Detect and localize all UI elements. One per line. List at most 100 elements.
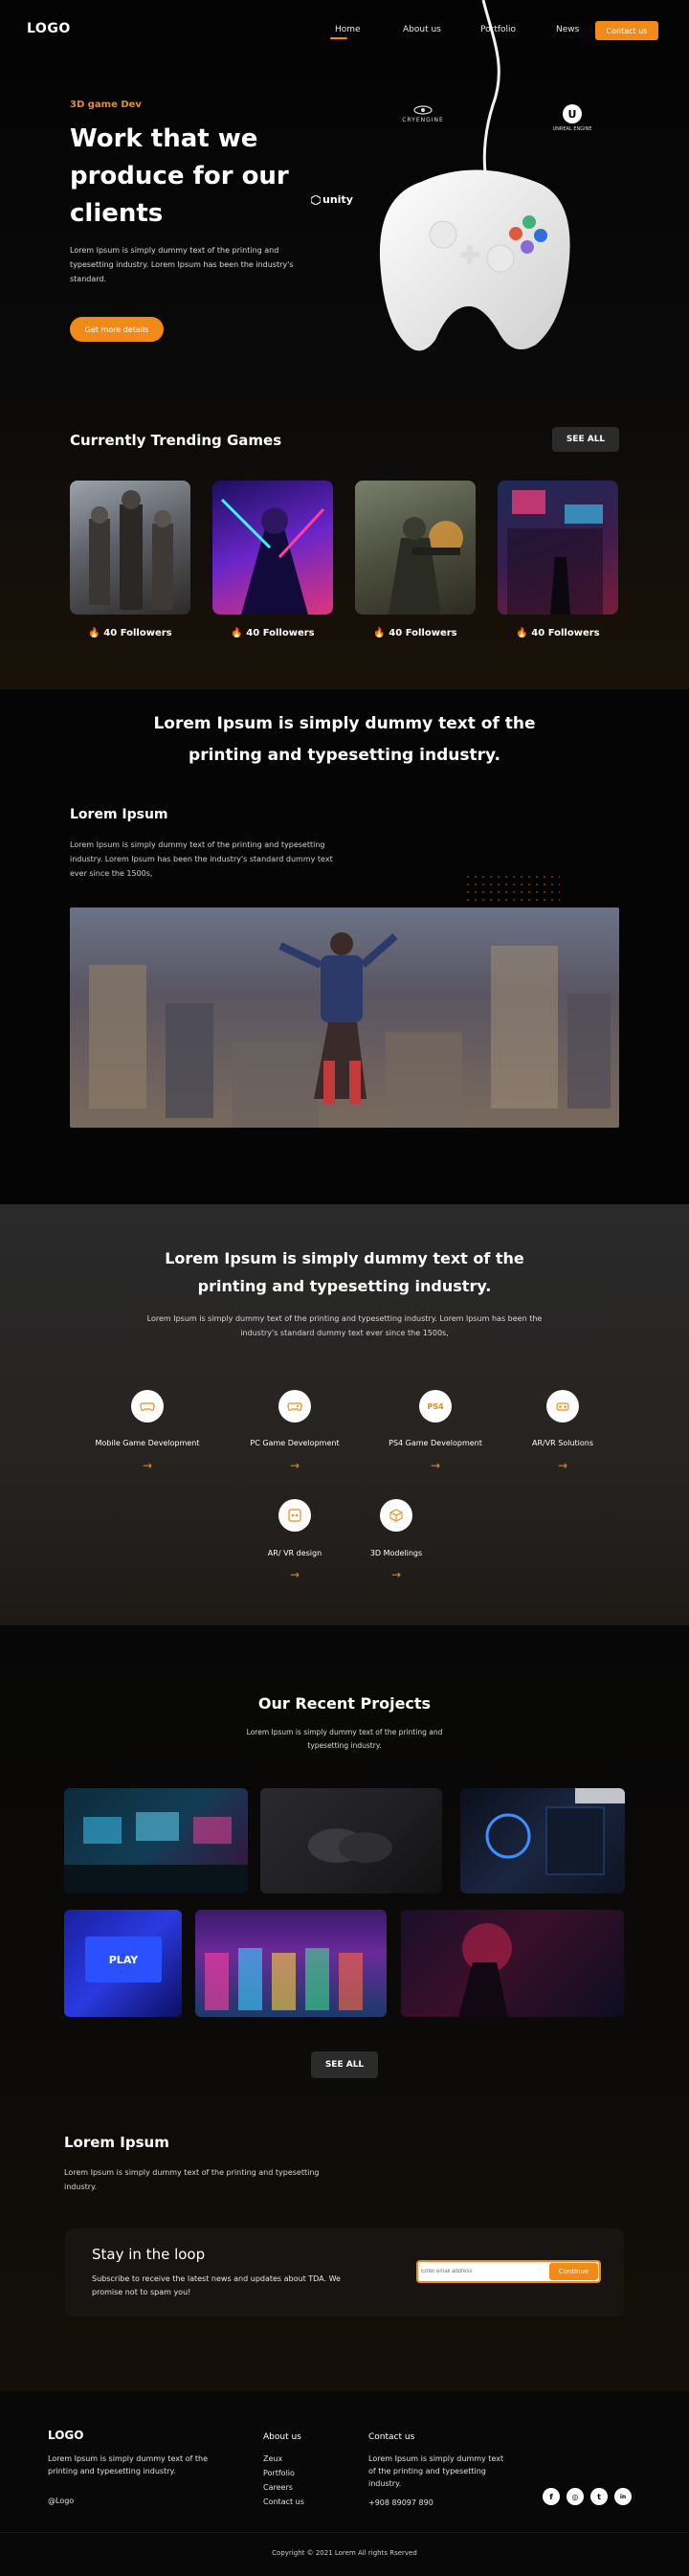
footer-text: Lorem Ipsum is simply dummy text of the …: [48, 2454, 209, 2475]
service-icon-mobile: [131, 1390, 164, 1422]
project-image-2[interactable]: [260, 1788, 442, 1893]
fire-icon: 🔥: [231, 628, 243, 638]
nav-about[interactable]: About us: [403, 25, 441, 34]
unreal-label: UNREAL ENGINE: [552, 126, 592, 132]
footer-contact-heading: Contact us: [368, 2432, 415, 2442]
pc-hardware-art: [485, 1788, 625, 1875]
about-text: Lorem Ipsum is simply dummy text of the …: [64, 2168, 320, 2191]
fire-icon: 🔥: [516, 628, 528, 638]
unreal-icon: U: [563, 104, 582, 123]
instagram-icon[interactable]: ◎: [567, 2488, 584, 2505]
service-label-3d[interactable]: 3D Modelings: [324, 1549, 468, 1557]
vr-headset-icon: [556, 1402, 569, 1411]
footer-link-contact[interactable]: Contact us: [263, 2498, 304, 2506]
arcade-art: [205, 1948, 363, 2010]
arrow-right-icon[interactable]: →: [280, 1459, 309, 1472]
arrow-right-icon[interactable]: →: [280, 1568, 309, 1581]
hero-title: Work that we produce for our clients: [70, 124, 289, 228]
followers-4: 🔥 40 Followers: [516, 628, 600, 638]
service-label-pc[interactable]: PC Game Development: [223, 1439, 367, 1447]
game-card-1[interactable]: [70, 481, 190, 615]
facebook-icon[interactable]: f: [543, 2488, 560, 2505]
contact-button[interactable]: Contact us: [595, 21, 658, 40]
arrow-right-icon[interactable]: →: [133, 1459, 162, 1472]
arrow-right-icon[interactable]: →: [421, 1459, 450, 1472]
nav-news[interactable]: News: [556, 25, 579, 34]
gamepad-illustration: [379, 169, 570, 351]
arrow-right-icon[interactable]: →: [548, 1459, 577, 1472]
svg-text:U: U: [568, 108, 577, 121]
cryengine-label: CRYENGINE: [402, 117, 444, 123]
service-label-mobile[interactable]: Mobile Game Development: [76, 1439, 219, 1447]
controller-cord: [481, 0, 500, 172]
nav-active-indicator: [330, 37, 347, 39]
fire-icon: 🔥: [373, 628, 386, 638]
cryengine-logo: CRYENGINE: [394, 105, 452, 123]
footer-logo[interactable]: LOGO: [48, 2429, 83, 2442]
game-art-soldier: [389, 517, 463, 615]
statement-heading: Lorem Ipsum is simply dummy text of the …: [153, 714, 536, 765]
trending-see-all-button[interactable]: SEE ALL: [552, 427, 619, 452]
services-title: Lorem Ipsum is simply dummy text of the …: [165, 1249, 524, 1295]
trending-title: Currently Trending Games: [70, 432, 282, 449]
gaming-room-art: [64, 1812, 248, 1893]
project-image-4[interactable]: PLAY: [64, 1910, 182, 2017]
projects-title: Our Recent Projects: [257, 1694, 432, 1713]
game-art-knights: [89, 490, 173, 610]
unity-logo: unity: [311, 193, 353, 206]
footer-link-portfolio[interactable]: Portfolio: [263, 2469, 295, 2477]
gamepad-icon: [287, 1402, 302, 1411]
unreal-logo: U UNREAL ENGINE: [548, 103, 596, 132]
footer-handle[interactable]: @Logo: [48, 2495, 74, 2507]
project-image-5[interactable]: [195, 1910, 387, 2017]
continue-button[interactable]: Continue: [549, 2263, 598, 2280]
play-sign: PLAY: [85, 1937, 162, 1982]
projects-see-all-button[interactable]: SEE ALL: [311, 2051, 378, 2078]
get-details-button[interactable]: Get more details: [70, 317, 164, 342]
footer-link-careers[interactable]: Careers: [263, 2483, 293, 2492]
service-icon-arvr-design: [278, 1499, 311, 1532]
service-icon-3d: [380, 1499, 412, 1532]
red-room-art: [458, 1923, 512, 2017]
footer-contact-text: Lorem Ipsum is simply dummy text of the …: [368, 2454, 504, 2488]
service-label-ps4[interactable]: PS4 Game Development: [364, 1439, 507, 1447]
cryengine-icon: [413, 105, 433, 115]
footer-link-zeux[interactable]: Zeux: [263, 2454, 282, 2463]
game-card-2[interactable]: [212, 481, 333, 615]
cube-3d-icon: [389, 1509, 403, 1522]
logo[interactable]: LOGO: [27, 21, 71, 36]
twitter-icon[interactable]: t: [590, 2488, 608, 2505]
service-label-arvr[interactable]: AR/VR Solutions: [491, 1439, 634, 1447]
project-image-1[interactable]: [64, 1788, 248, 1893]
newsletter-title: Stay in the loop: [92, 2246, 206, 2263]
nav-home[interactable]: Home: [335, 25, 361, 34]
newsletter-text: Subscribe to receive the latest news and…: [92, 2274, 341, 2296]
game-art-cyber-street: [507, 490, 603, 615]
gamepad-icon: [140, 1402, 155, 1411]
dot-pattern: [464, 873, 560, 904]
hero-kicker: 3D game Dev: [70, 100, 142, 110]
vr-design-icon: [288, 1509, 301, 1522]
city-fall-art: [89, 932, 611, 1128]
project-image-3[interactable]: [460, 1788, 625, 1893]
footer-phone[interactable]: +908 89097 890: [368, 2497, 433, 2509]
hero-text: Lorem Ipsum is simply dummy text of the …: [70, 246, 294, 283]
linkedin-icon[interactable]: in: [614, 2488, 632, 2505]
footer-about-heading: About us: [263, 2432, 301, 2442]
ps4-icon: PS4: [427, 1401, 444, 1411]
email-input[interactable]: [421, 2263, 545, 2280]
feature-text: Lorem Ipsum is simply dummy text of the …: [70, 840, 333, 878]
project-image-6[interactable]: [401, 1910, 624, 2017]
hands-controller-art: [308, 1828, 392, 1863]
unity-label: unity: [322, 193, 353, 206]
fire-icon: 🔥: [88, 628, 100, 638]
service-icon-pc: [278, 1390, 311, 1422]
game-card-3[interactable]: [355, 481, 476, 615]
followers-1: 🔥 40 Followers: [88, 628, 172, 638]
unity-icon: [311, 194, 321, 205]
footer-divider: [0, 2532, 689, 2533]
copyright: Copyright © 2021 Lorem All rights Rserve…: [272, 2549, 417, 2557]
arrow-right-icon[interactable]: →: [382, 1568, 411, 1581]
followers-3: 🔥 40 Followers: [373, 628, 457, 638]
game-card-4[interactable]: [498, 481, 618, 615]
